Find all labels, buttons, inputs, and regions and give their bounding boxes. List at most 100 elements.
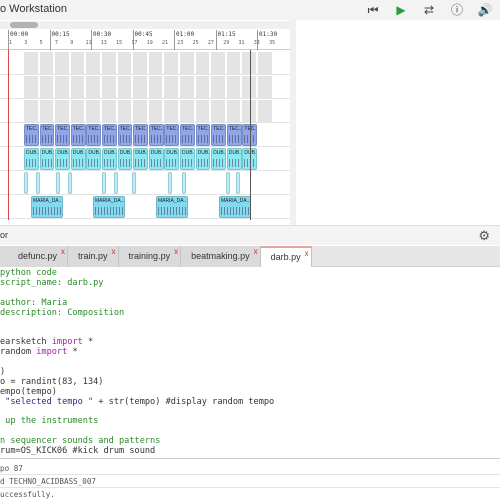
timeline-ruler[interactable]: 00:00 00:15 00:30 00:45 01:00 01:15 01:30 1 3 5 7 9… [0,30,290,50]
audio-clip[interactable]: TEC... [164,124,180,146]
measure-label: 15 [116,40,123,46]
tab-beatmaking[interactable]: beatmaking.py x [181,246,261,267]
audio-clip[interactable]: DUB... [164,148,180,170]
ghost-clip [148,76,164,98]
audio-clip[interactable]: DUB... [117,148,133,170]
volume-icon[interactable]: 🔊 [476,1,494,19]
ghost-clip [117,52,133,74]
audio-clip[interactable] [236,172,240,194]
measure-label: 9 [70,40,74,46]
audio-clip[interactable]: TEC... [102,124,117,146]
metronome-icon[interactable]: ⓘ [448,1,466,19]
audio-clip[interactable]: TEC... [86,124,102,146]
audio-clip[interactable]: TEC... [148,124,164,146]
measure-label: 17 [131,40,138,46]
vertical-scrollbar[interactable] [290,20,296,225]
tab-training[interactable]: training.py x [118,246,182,267]
skip-to-start-icon[interactable]: ⏮ [364,1,382,19]
audio-clip[interactable]: MARIA_DA... [219,196,251,218]
code-editor[interactable]: python code script_name: darb.py author:… [0,268,500,456]
audio-clip[interactable]: DUB... [39,148,55,170]
close-icon[interactable]: x [112,247,116,256]
clip-label: DUB... [119,150,132,156]
horizontal-scrollbar[interactable] [0,21,290,29]
clip-label: TEC... [88,126,102,132]
audio-clip[interactable]: TEC... [211,124,226,146]
audio-clip[interactable]: DUB... [55,148,70,170]
audio-clip[interactable]: DUB... [148,148,164,170]
loop-icon[interactable]: ⇄ [420,1,438,19]
tab-defunc[interactable]: defunc.py x [0,246,69,267]
tab-label: training.py [128,251,171,261]
audio-clip[interactable]: DUB... [86,148,102,170]
ghost-clip [258,100,273,122]
clip-label: DUB... [166,150,179,156]
module-name: random [0,347,37,357]
audio-clip[interactable] [226,172,230,194]
loop-marker[interactable] [250,50,251,220]
audio-clip[interactable]: DUB... [102,148,117,170]
audio-clip[interactable]: TEC... [133,124,148,146]
audio-clip[interactable]: MARIA_DA... [93,196,125,218]
waveform [95,207,123,215]
audio-clip[interactable]: TEC... [55,124,70,146]
audio-clip[interactable]: DUB... [180,148,195,170]
audio-clip[interactable]: TEC... [24,124,39,146]
tab-darb[interactable]: darb.py x [260,246,312,267]
audio-clip[interactable]: DUB... [211,148,226,170]
track-lanes: TEC... TEC... TEC... TEC... TEC... TEC... TEC.… [0,51,290,221]
time-tick [174,30,175,50]
ghost-clip [164,52,179,74]
audio-clip[interactable]: TEC... [70,124,86,146]
audio-clip[interactable] [132,172,136,194]
audio-clip[interactable]: MARIA_DA... [31,196,63,218]
gear-icon[interactable]: ⚙ [478,228,490,244]
measure-label: 19 [146,40,153,46]
audio-clip[interactable]: TEC... [39,124,55,146]
audio-clip[interactable] [102,172,106,194]
ghost-clip [102,52,117,74]
console-line: uccessfully. [0,490,55,499]
close-icon[interactable]: x [254,247,258,256]
file-tabs: defunc.py x train.py x training.py x bea… [0,246,500,267]
audio-clip[interactable] [182,172,186,194]
ghost-clip [24,76,39,98]
audio-clip[interactable]: TEC... [195,124,211,146]
audio-clip[interactable] [36,172,40,194]
audio-clip[interactable] [24,172,28,194]
ghost-clip [70,76,86,98]
audio-clip[interactable]: TEC... [180,124,195,146]
audio-clip[interactable]: MARIA_DA... [156,196,188,218]
playhead[interactable] [8,50,9,220]
play-icon[interactable]: ▶ [392,1,410,19]
audio-clip[interactable]: DUB... [195,148,211,170]
waveform [228,159,240,167]
audio-clip[interactable]: DUB... [133,148,148,170]
code-line: "selected tempo " + str(tempo) #display … [0,397,274,407]
ghost-clip [70,52,86,74]
audio-clip[interactable] [56,172,60,194]
ghost-clip [148,100,164,122]
waveform [88,135,100,143]
keyword: import [51,337,83,347]
audio-clip[interactable]: DUB... [226,148,242,170]
tab-train[interactable]: train.py x [68,246,119,267]
code-line: ) [0,367,6,377]
close-icon[interactable]: x [174,247,178,256]
ghost-clip [133,100,148,122]
close-icon[interactable]: x [305,249,309,258]
audio-clip[interactable]: TEC... [226,124,242,146]
daw-area: 00:00 00:15 00:30 00:45 01:00 01:15 01:30 1 3 5 7 9… [0,20,500,225]
waveform [197,135,209,143]
close-icon[interactable]: x [61,247,65,256]
audio-clip[interactable]: TEC... [117,124,133,146]
track-lane[interactable] [0,171,290,195]
measure-label: 21 [162,40,169,46]
audio-clip[interactable]: DUB... [24,148,39,170]
audio-clip[interactable] [114,172,118,194]
scrollbar-thumb[interactable] [10,22,38,28]
audio-clip[interactable]: DUB... [70,148,86,170]
waveform [33,207,61,215]
audio-clip[interactable] [168,172,172,194]
audio-clip[interactable] [68,172,72,194]
